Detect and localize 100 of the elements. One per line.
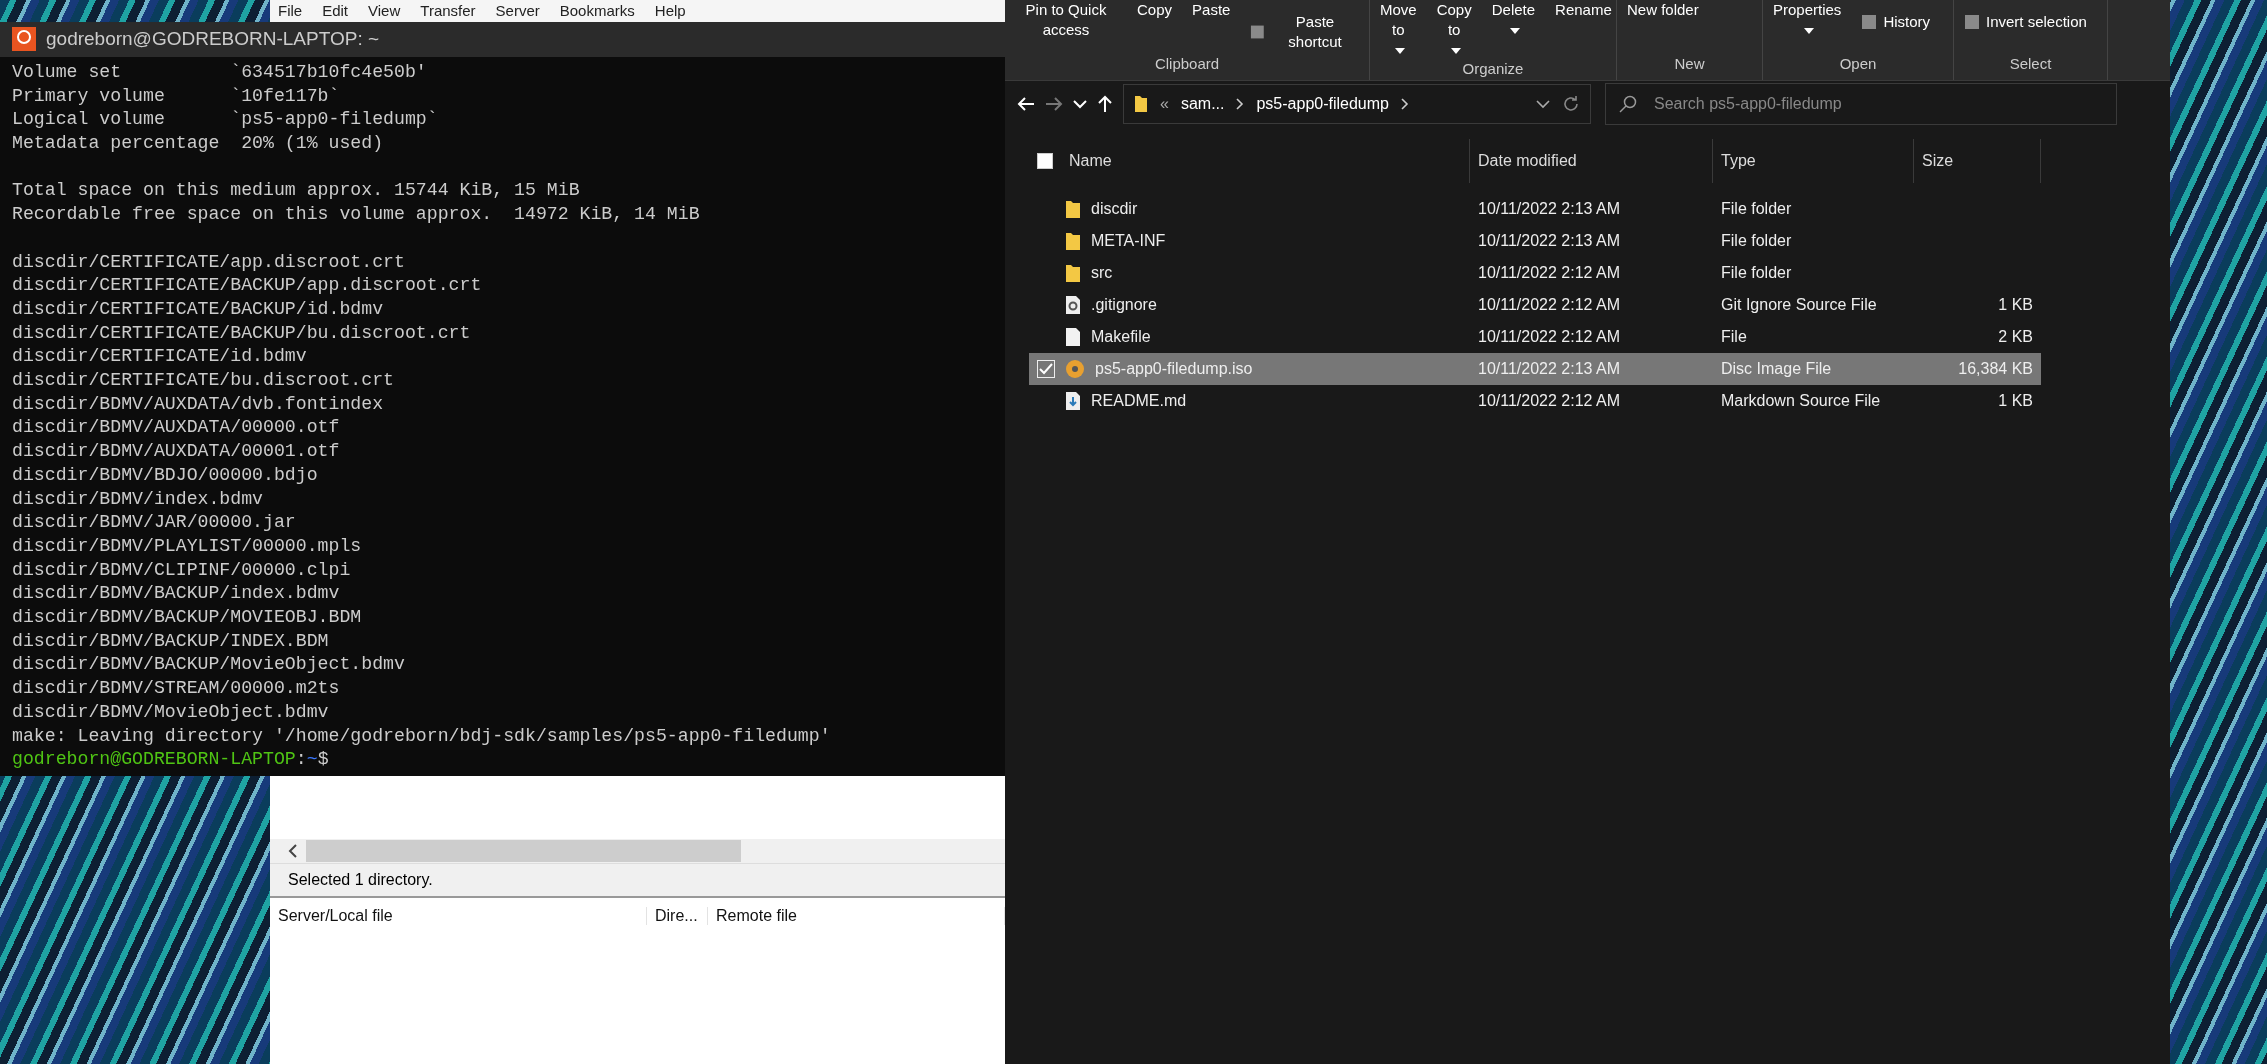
menu-item[interactable]: File	[278, 2, 303, 24]
file-name-cell[interactable]: .gitignore	[1029, 289, 1470, 321]
ribbon-button[interactable]: Copy	[1133, 0, 1177, 20]
file-name-cell[interactable]: README.md	[1029, 385, 1470, 417]
folder-icon	[1065, 231, 1081, 251]
terminal-line: Total space on this medium approx. 15744 KiB, 15 MiB	[12, 179, 581, 203]
ribbon-button[interactable]: New folder	[1623, 0, 1703, 20]
column-header[interactable]: Type	[1713, 139, 1914, 183]
file-name-cell[interactable]: discdir	[1029, 193, 1470, 225]
chevron-left-icon[interactable]	[288, 844, 298, 858]
ribbon-button[interactable]: Copy to	[1432, 0, 1476, 60]
menu-item[interactable]: Bookmarks	[559, 2, 635, 24]
ribbon-button[interactable]: Properties	[1769, 0, 1846, 40]
search-field[interactable]: Search ps5-app0-filedump	[1605, 83, 2117, 125]
small-ribbon-icon	[1861, 14, 1878, 30]
disc-icon	[1065, 359, 1085, 379]
date-cell-text: 10/11/2022 2:13 AM	[1477, 231, 1622, 251]
overflow-marker[interactable]: «	[1160, 95, 1169, 113]
column-header[interactable]: Size	[1914, 139, 2041, 183]
menu-item[interactable]: Edit	[322, 2, 349, 24]
file-name-cell[interactable]: Makefile	[1029, 321, 1470, 353]
terminal-app-icon	[12, 27, 36, 52]
terminal-line: discdir/BDMV/BACKUP/index.bdmv	[12, 582, 341, 606]
address-bar[interactable]: « sam... ps5-app0-filedump	[1123, 84, 1591, 124]
ribbon-button[interactable]: Delete	[1487, 0, 1540, 40]
terminal-line: discdir/BDMV/BACKUP/MOVIEOBJ.BDM	[12, 606, 363, 630]
file-name-cell[interactable]: ps5-app0-filedump.iso	[1029, 353, 1470, 385]
folder-icon	[1065, 263, 1081, 283]
terminal-line: discdir/BDMV/AUXDATA/00000.otf	[12, 416, 341, 440]
terminal-line: Volume set `634517b10fc4e50b'	[12, 60, 428, 84]
group-label: New	[1674, 55, 1705, 72]
window-title: godreborn@GODREBORN-LAPTOP: ~	[46, 28, 380, 51]
forward-arrow-icon[interactable]	[1045, 96, 1063, 112]
up-arrow-icon[interactable]	[1097, 95, 1113, 113]
chevron-right-icon[interactable]	[1401, 98, 1409, 110]
status-text: Selected 1 directory.	[288, 871, 433, 889]
menu-item[interactable]: Server	[495, 2, 540, 24]
small-ribbon-icon	[1964, 14, 1980, 30]
column-header[interactable]: Name	[1069, 152, 1112, 170]
menu-item[interactable]: View	[368, 2, 401, 24]
type-cell-text: File folder	[1720, 263, 1793, 283]
group-label: Organize	[1462, 60, 1524, 77]
breadcrumb[interactable]: sam...	[1180, 95, 1225, 113]
menu-item[interactable]: Transfer	[420, 2, 476, 24]
type-cell-text: File folder	[1720, 199, 1793, 219]
ribbon-button[interactable]: Paste	[1188, 0, 1235, 20]
type-cell-text: Markdown Source File	[1720, 391, 1882, 411]
size-cell: 16,384 KB	[1914, 353, 2041, 385]
row-checkbox[interactable]	[1037, 360, 1055, 378]
date-cell-text: 10/11/2022 2:12 AM	[1477, 327, 1622, 347]
back-arrow-icon[interactable]	[1017, 96, 1035, 112]
terminal-line: discdir/BDMV/BACKUP/MovieObject.bdmv	[12, 653, 406, 677]
terminal-line: discdir/BDMV/PLAYLIST/00000.mpls	[12, 534, 363, 558]
terminal-line: discdir/CERTIFICATE/bu.discroot.crt	[12, 369, 395, 393]
size-cell-text: 1 KB	[1997, 391, 2034, 411]
terminal-line: Recordable free space on this volume approx. 14972 KiB, 14 MiB	[12, 203, 701, 227]
terminal-line: discdir/BDMV/index.bdmv	[12, 487, 265, 511]
group-label: Clipboard	[1154, 55, 1220, 72]
ribbon-button[interactable]: History	[1857, 12, 1935, 32]
terminal-line: Logical volume `ps5-app0-filedump`	[12, 108, 439, 132]
chevron-right-icon[interactable]	[1236, 98, 1245, 110]
terminal-line: discdir/BDMV/JAR/00000.jar	[12, 511, 297, 535]
select-all-checkbox[interactable]	[1037, 153, 1053, 169]
type-cell-text: File folder	[1720, 231, 1793, 251]
terminal-line: Primary volume `10fe117b`	[12, 84, 341, 108]
terminal-prompt: godreborn@GODREBORN-LAPTOP:~$	[12, 748, 330, 772]
small-ribbon-icon	[1250, 24, 1266, 40]
terminal-line: discdir/BDMV/STREAM/00000.m2ts	[12, 677, 341, 701]
date-cell-text: 10/11/2022 2:12 AM	[1477, 391, 1622, 411]
horizontal-scrollbar[interactable]	[270, 839, 1005, 864]
chevron-down-icon[interactable]	[1536, 99, 1550, 109]
terminal-line: Metadata percentage 20% (1% used)	[12, 132, 385, 156]
group-label: Open	[1839, 55, 1877, 72]
terminal-line: discdir/BDMV/BDJO/00000.bdjo	[12, 463, 319, 487]
scrollbar-thumb[interactable]	[306, 840, 741, 862]
ribbon-button[interactable]: Rename	[1551, 0, 1616, 20]
ribbon-button[interactable]: Move to	[1376, 0, 1421, 60]
terminal-line: discdir/CERTIFICATE/id.bdmv	[12, 345, 308, 369]
terminal-line: discdir/CERTIFICATE/BACKUP/app.discroot.crt	[12, 274, 483, 298]
breadcrumb[interactable]: ps5-app0-filedump	[1256, 95, 1389, 113]
file-name-cell[interactable]: src	[1029, 257, 1470, 289]
terminal-line: discdir/BDMV/MovieObject.bdmv	[12, 700, 330, 724]
folder-icon	[1065, 199, 1081, 219]
size-cell-text: 1 KB	[1997, 295, 2034, 315]
folder-icon	[1134, 95, 1148, 113]
type-cell: Disc Image File	[1713, 353, 1914, 385]
ribbon-button[interactable]: Pin to Quick access	[1011, 0, 1121, 40]
document-arrow-icon	[1065, 391, 1081, 411]
refresh-icon[interactable]	[1562, 95, 1580, 113]
column-header[interactable]: Date modified	[1470, 139, 1713, 183]
terminal-line: discdir/BDMV/AUXDATA/dvb.fontindex	[12, 392, 385, 416]
ribbon-button[interactable]: Paste shortcut	[1246, 12, 1363, 52]
date-cell-text: 10/11/2022 2:13 AM	[1477, 199, 1622, 219]
ribbon-button[interactable]: Invert selection	[1960, 12, 2091, 32]
menu-item[interactable]: Help	[654, 2, 686, 24]
date-cell-text: 10/11/2022 2:12 AM	[1477, 263, 1622, 283]
file-name-cell[interactable]: META-INF	[1029, 225, 1470, 257]
column-header[interactable]: Dire...	[647, 907, 708, 925]
column-header[interactable]: Server/Local file	[270, 907, 647, 925]
terminal-line: discdir/CERTIFICATE/app.discroot.crt	[12, 250, 406, 274]
